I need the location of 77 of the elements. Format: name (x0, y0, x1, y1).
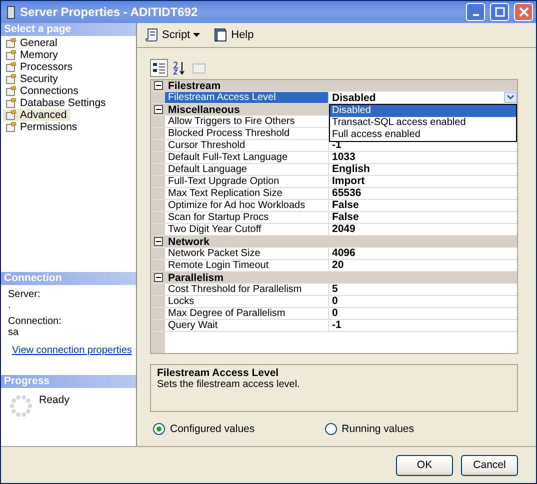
property-value: 20 (331, 260, 345, 271)
sidebar-item[interactable]: Database Settings (3, 97, 109, 109)
page-icon (6, 50, 17, 60)
categorized-button[interactable] (150, 59, 168, 77)
page-icon (6, 122, 17, 132)
category-name: Miscellaneous (168, 104, 240, 116)
category-name: Filestream (168, 80, 221, 92)
connection-label: Connection: (8, 316, 62, 327)
page-icon (6, 62, 17, 72)
section-header: Connection (1, 272, 136, 285)
sidebar-item[interactable]: General (3, 37, 60, 49)
dropdown-button[interactable] (504, 92, 517, 103)
section-header: Progress (1, 375, 136, 388)
script-icon (145, 28, 159, 42)
property-value: 0 (331, 308, 339, 319)
radio-option[interactable]: Running values (324, 423, 414, 435)
page-icon (6, 74, 17, 84)
close-icon (518, 7, 528, 17)
radio-button[interactable] (324, 423, 337, 435)
property-value: 1033 (331, 152, 356, 163)
property-name[interactable]: Filestream Access Level (165, 92, 329, 103)
minimize-button[interactable] (466, 3, 485, 21)
sidebar-item[interactable]: Permissions (3, 121, 80, 133)
chevron-down-icon (507, 95, 514, 100)
maximize-icon (494, 7, 504, 17)
script-button[interactable]: Script (143, 28, 202, 42)
property-value: False (331, 212, 360, 223)
page-icon (6, 110, 17, 120)
sidebar-item[interactable]: Connections (3, 85, 82, 97)
dropdown-option[interactable]: Disabled (330, 105, 516, 117)
close-button[interactable] (514, 3, 533, 21)
window-icon (7, 6, 15, 18)
book-icon (214, 28, 228, 42)
section-header: Select a page (1, 23, 136, 36)
property-value: 4096 (331, 248, 356, 259)
server-value: . (8, 300, 12, 311)
property-name[interactable]: Allow Triggers to Fire Others (165, 116, 329, 127)
help-button[interactable]: Help (212, 28, 256, 42)
property-value: False (331, 200, 360, 211)
collapse-icon[interactable] (154, 105, 162, 114)
description-text: Sets the filestream access level. (157, 379, 301, 390)
sidebar-item[interactable]: Processors (3, 61, 76, 73)
collapse-icon[interactable] (154, 237, 162, 246)
property-name[interactable]: Two Digit Year Cutoff (165, 224, 329, 235)
progress-status: Ready (39, 394, 70, 408)
radio-option[interactable]: Configured values (153, 423, 255, 435)
page-icon (6, 38, 17, 48)
sidebar-item[interactable]: Security (3, 73, 61, 85)
maximize-button[interactable] (490, 3, 509, 21)
window-title: Server Properties - ADITIDT692 (20, 5, 199, 19)
sidebar-item[interactable]: Advanced (3, 109, 70, 121)
property-value: Import (331, 176, 366, 187)
property-value: English (331, 164, 371, 175)
collapse-icon[interactable] (154, 81, 162, 90)
property-value: 2049 (331, 224, 356, 235)
spinner-icon (9, 394, 33, 418)
category-name: Parallelism (168, 272, 224, 284)
radio-label: Running values (342, 423, 414, 435)
description-title: Filestream Access Level (157, 367, 280, 379)
property-value: 0 (331, 296, 339, 307)
property-value-dropdown[interactable]: Disabled (329, 92, 517, 103)
radio-button[interactable] (153, 423, 165, 435)
property-value: 5 (331, 284, 339, 295)
property-value: -1 (331, 320, 342, 331)
server-label: Server: (8, 289, 42, 300)
collapse-icon[interactable] (154, 273, 162, 282)
caret-icon (193, 32, 200, 38)
category-name: Network (168, 236, 210, 248)
ok-button[interactable]: OK (396, 454, 453, 476)
page-icon (6, 86, 17, 96)
sidebar-item[interactable]: Memory (3, 49, 61, 61)
connection-value: sa (8, 327, 20, 338)
cancel-button[interactable]: Cancel (461, 454, 518, 476)
view-connection-properties-link[interactable]: View connection properties (12, 344, 132, 356)
radio-label: Configured values (170, 423, 255, 435)
page-icon (6, 98, 17, 108)
property-value: 65536 (331, 188, 362, 199)
